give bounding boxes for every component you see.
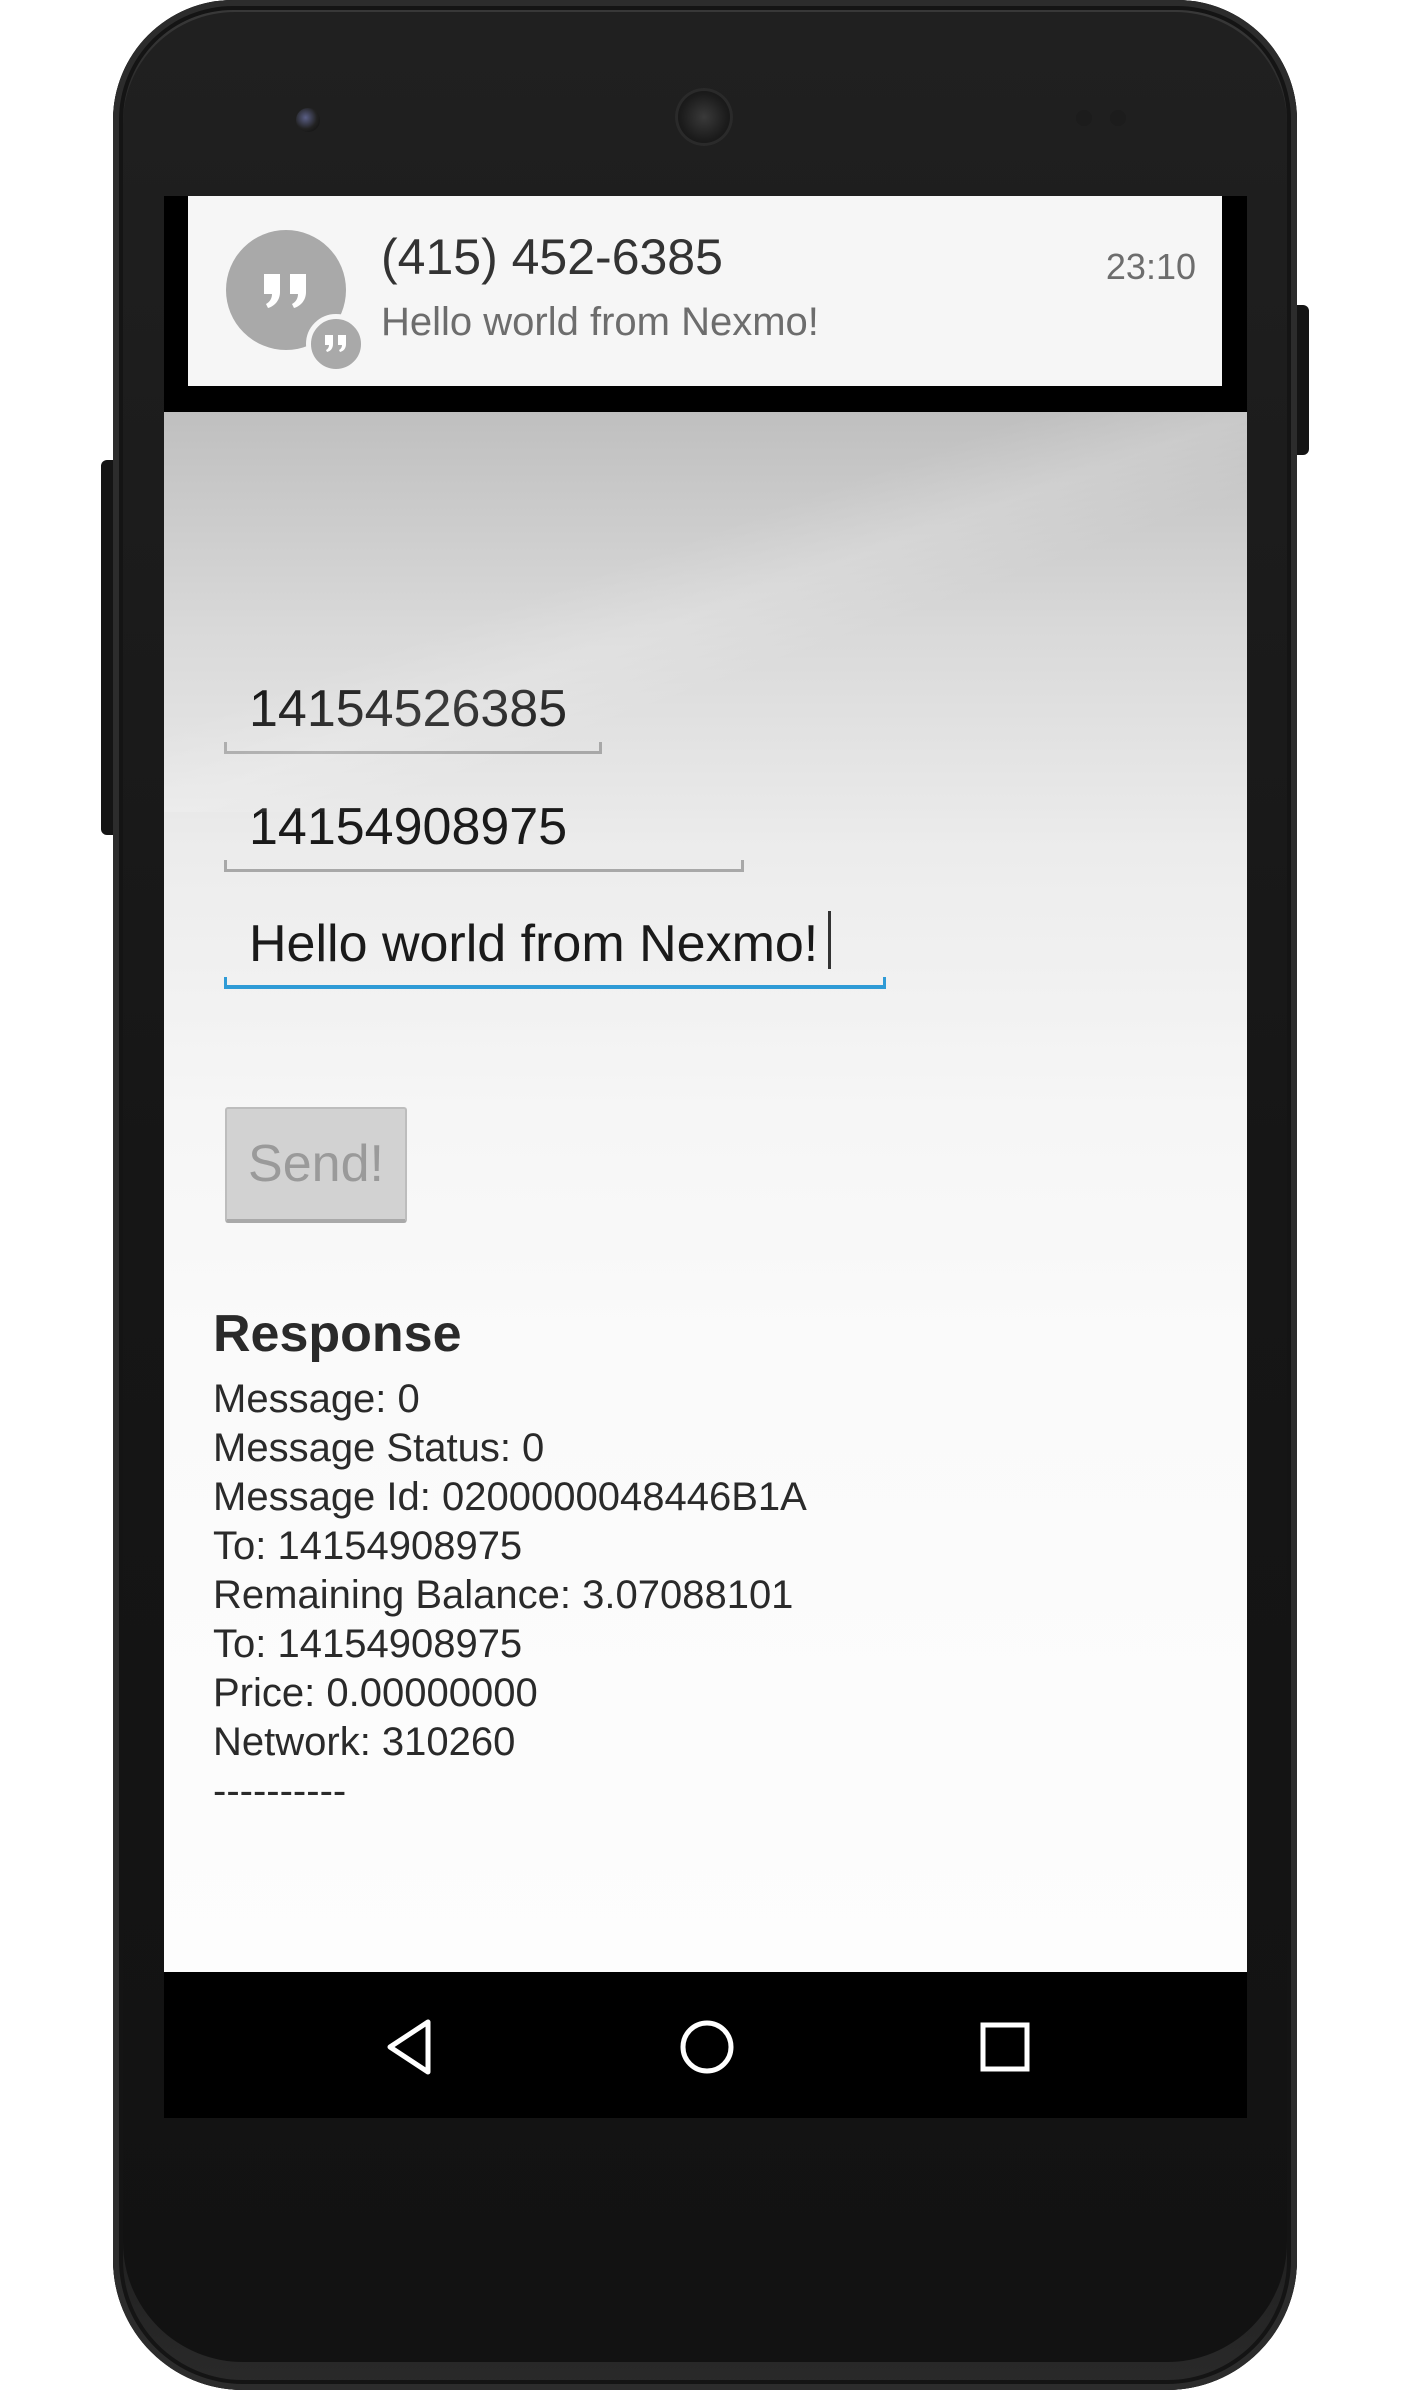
back-icon[interactable] [376, 2012, 446, 2082]
app-content: 14154526385 14154908975 Hello world from… [164, 412, 1247, 1972]
field-underline-right [883, 977, 886, 989]
response-line: Remaining Balance: 3.07088101 [213, 1573, 794, 1617]
response-line: To: 14154908975 [213, 1622, 523, 1666]
earpiece-speaker [675, 88, 733, 146]
field-underline-left [224, 977, 227, 989]
front-camera [296, 108, 320, 132]
light-sensor [1110, 110, 1126, 126]
message-text: Hello world from Nexmo! [249, 915, 819, 973]
response-line: Message Status: 0 [213, 1426, 545, 1470]
response-line: Price: 0.00000000 [213, 1671, 538, 1715]
response-title: Response [213, 1305, 462, 1363]
to-number-field[interactable]: 14154908975 [224, 792, 744, 872]
from-number-field[interactable]: 14154526385 [224, 674, 602, 754]
power-button [1295, 305, 1309, 455]
to-number-value: 14154908975 [249, 798, 568, 856]
response-line: Message Id: 0200000048446B1A [213, 1475, 807, 1519]
from-number-value: 14154526385 [249, 680, 568, 738]
response-line: Message: 0 [213, 1377, 420, 1421]
message-value: Hello world from Nexmo! [249, 911, 832, 974]
response-line: To: 14154908975 [213, 1524, 523, 1568]
response-line: Network: 310260 [213, 1720, 516, 1764]
recents-icon[interactable] [970, 2012, 1040, 2082]
send-button[interactable]: Send! [225, 1107, 407, 1223]
notification-text: Hello world from Nexmo! [381, 300, 819, 344]
text-cursor [828, 911, 832, 969]
message-field[interactable]: Hello world from Nexmo! [224, 909, 886, 989]
field-underline-right [741, 860, 744, 872]
field-underline [224, 869, 744, 872]
field-underline-left [224, 742, 227, 754]
response-lines: Message: 0 Message Status: 0 Message Id:… [213, 1375, 807, 1816]
response-line: ---------- [213, 1769, 347, 1813]
proximity-sensor [1076, 110, 1092, 126]
notification-time: 23:10 [1105, 246, 1196, 287]
field-underline-right [599, 742, 602, 754]
field-underline [224, 985, 886, 989]
notification-card[interactable]: (415) 452-6385 Hello world from Nexmo! 2… [188, 196, 1222, 386]
screen: 14154526385 14154908975 Hello world from… [164, 196, 1247, 2118]
field-underline-left [224, 860, 227, 872]
notification-title: (415) 452-6385 [381, 229, 723, 285]
home-icon[interactable] [672, 2012, 742, 2082]
hangouts-badge-icon [306, 314, 366, 374]
page: 14154526385 14154908975 Hello world from… [0, 0, 1410, 2406]
field-underline [224, 751, 602, 754]
navigation-bar [164, 1972, 1247, 2118]
